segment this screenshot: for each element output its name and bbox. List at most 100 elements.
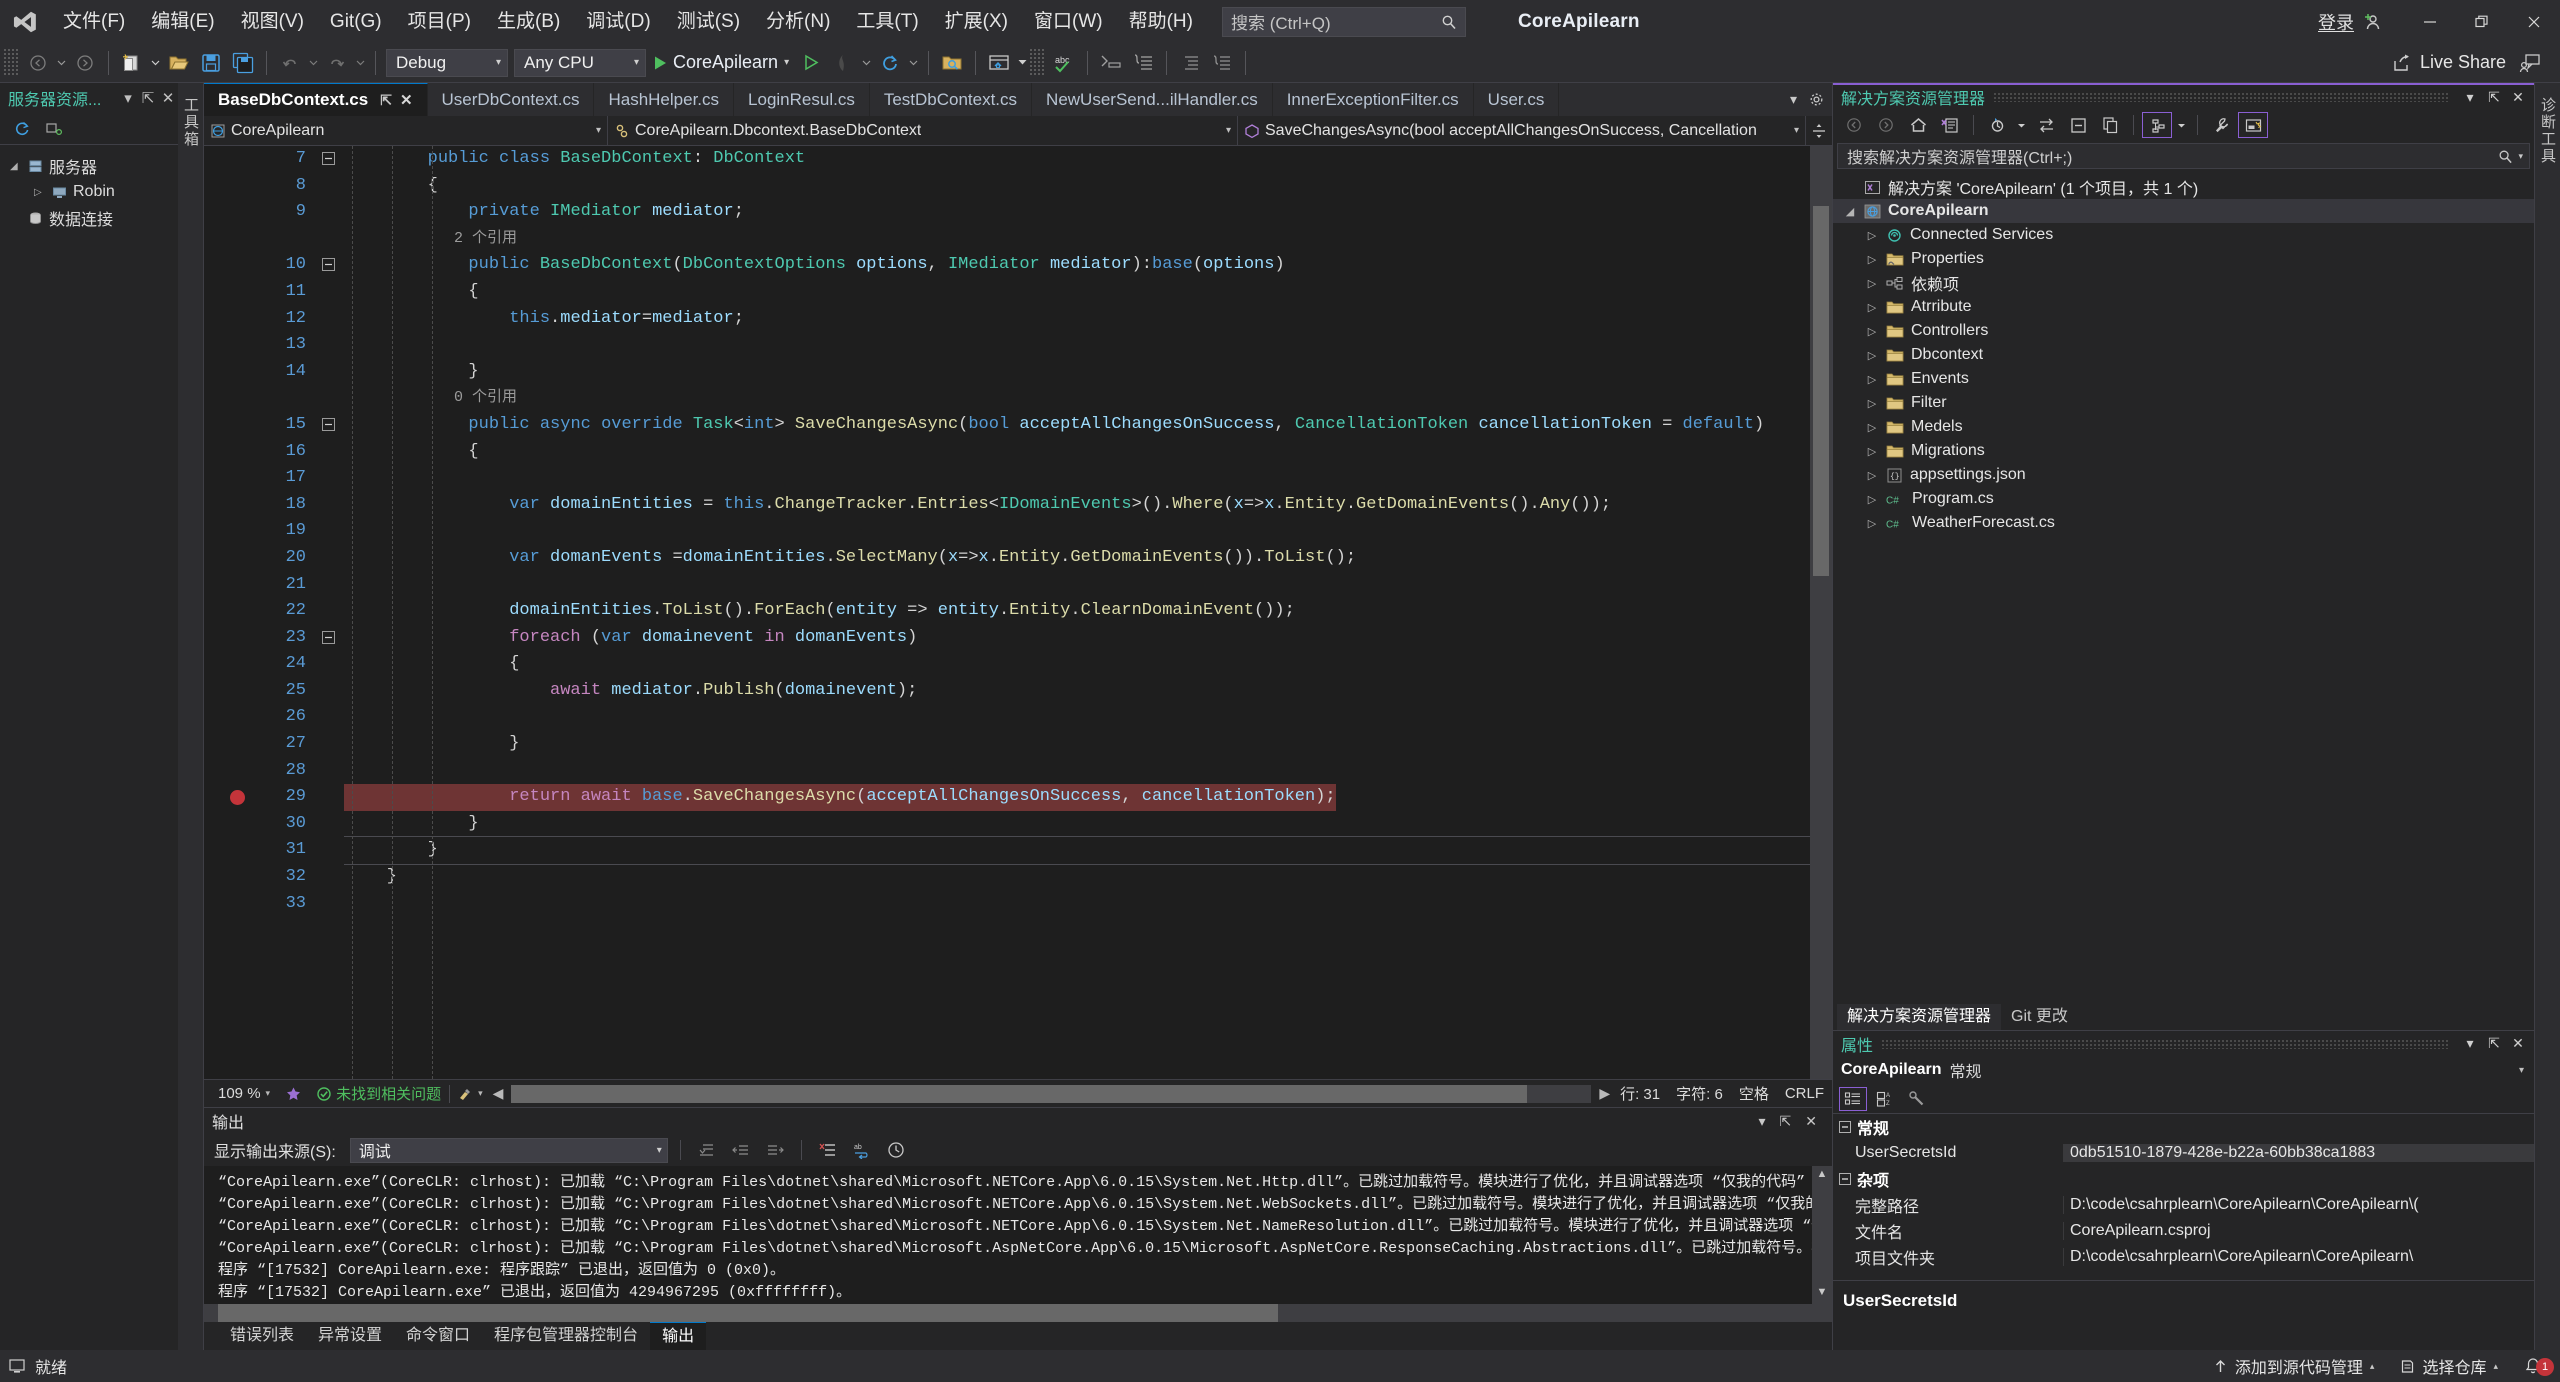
solution-tree-node-properties[interactable]: ▷ Properties bbox=[1833, 247, 2534, 271]
property-row[interactable]: 完整路径 D:\code\csahrplearn\CoreApilearn\Cor… bbox=[1833, 1192, 2534, 1218]
menu-debug[interactable]: 调试(D) bbox=[573, 0, 663, 43]
code-line[interactable] bbox=[344, 572, 1810, 599]
code-line[interactable]: public class BaseDbContext: DbContext bbox=[344, 146, 1810, 173]
chevron-right-icon[interactable]: ▷ bbox=[1865, 277, 1879, 290]
server-node-data-connections[interactable]: 数据连接 bbox=[0, 205, 178, 231]
pin-icon[interactable]: ⇱ bbox=[138, 89, 158, 107]
glyph-slot[interactable] bbox=[226, 146, 258, 173]
uncomment-icon[interactable] bbox=[1127, 47, 1159, 79]
show-all-files-dropdown-icon[interactable] bbox=[2174, 109, 2189, 141]
code-line[interactable]: var domainEntities = this.ChangeTracker.… bbox=[344, 492, 1810, 519]
toolbox-vertical-tab[interactable]: 工具箱 bbox=[178, 83, 204, 1350]
output-source-combo[interactable]: 调试 ▾ bbox=[349, 1137, 668, 1163]
pin-icon[interactable]: ⇱ bbox=[2482, 89, 2506, 106]
word-wrap-icon[interactable]: ab bbox=[848, 1137, 876, 1163]
fold-collapse-icon[interactable] bbox=[316, 412, 344, 439]
solution-tree-node-medels[interactable]: ▷ Medels bbox=[1833, 415, 2534, 439]
glyph-slot[interactable] bbox=[226, 837, 258, 864]
property-row[interactable]: UserSecretsId 0db51510-1879-428e-b22a-60b… bbox=[1833, 1140, 2534, 1166]
code-line[interactable]: return await base.SaveChangesAsync(accep… bbox=[344, 784, 1336, 811]
solution-tree-node-dbcontext[interactable]: ▷ Dbcontext bbox=[1833, 343, 2534, 367]
solution-tree-node-envents[interactable]: ▷ Envents bbox=[1833, 367, 2534, 391]
glyph-slot[interactable] bbox=[226, 678, 258, 705]
property-row[interactable]: 文件名 CoreApilearn.csproj bbox=[1833, 1218, 2534, 1244]
glyph-slot[interactable] bbox=[226, 598, 258, 625]
start-without-debugging-icon[interactable] bbox=[795, 47, 827, 79]
editor-vertical-scrollbar[interactable] bbox=[1810, 146, 1832, 1079]
history-icon[interactable] bbox=[882, 1137, 910, 1163]
chevron-right-icon[interactable]: ▷ bbox=[1865, 325, 1879, 338]
glyph-slot[interactable] bbox=[226, 412, 258, 439]
navbar-project-dropdown[interactable]: CoreApilearn ▾ bbox=[204, 116, 608, 145]
chevron-right-icon[interactable]: ▷ bbox=[1865, 493, 1879, 506]
pin-icon[interactable]: ⇱ bbox=[2482, 1035, 2506, 1052]
code-line[interactable]: await mediator.Publish(domainevent); bbox=[344, 678, 1810, 705]
chevron-right-icon[interactable]: ▷ bbox=[1865, 469, 1879, 482]
code-line[interactable] bbox=[344, 758, 1810, 785]
chevron-down-icon[interactable]: ▾ bbox=[2458, 1035, 2482, 1052]
tab-hashhelper[interactable]: HashHelper.cs bbox=[594, 83, 735, 116]
code-line[interactable]: { bbox=[344, 651, 1810, 678]
code-line[interactable]: public async override Task<int> SaveChan… bbox=[344, 412, 1810, 439]
code-line[interactable]: 2 个引用 bbox=[344, 226, 1810, 253]
comment-icon[interactable] bbox=[1095, 47, 1127, 79]
code-line[interactable]: } bbox=[344, 811, 1810, 838]
menu-edit[interactable]: 编辑(E) bbox=[138, 0, 227, 43]
code-line[interactable] bbox=[344, 891, 1810, 918]
glyph-slot[interactable] bbox=[226, 279, 258, 306]
glyph-slot[interactable] bbox=[226, 492, 258, 519]
gear-icon[interactable] bbox=[1809, 92, 1824, 107]
solution-tree-node-connected-services[interactable]: ▷ Connected Services bbox=[1833, 223, 2534, 247]
fold-collapse-icon[interactable] bbox=[316, 252, 344, 279]
send-feedback-icon[interactable] bbox=[2514, 47, 2546, 79]
close-icon[interactable]: ✕ bbox=[400, 91, 413, 109]
tab-exception-settings[interactable]: 异常设置 bbox=[306, 1322, 394, 1350]
navigate-forward-icon[interactable] bbox=[69, 47, 101, 79]
fold-collapse-icon[interactable] bbox=[316, 146, 344, 173]
chevron-right-icon[interactable]: ▷ bbox=[1865, 229, 1879, 242]
add-to-source-control-button[interactable]: 添加到源代码管理 ▴ bbox=[2209, 1354, 2379, 1378]
code-line[interactable]: } bbox=[344, 731, 1810, 758]
save-all-icon[interactable] bbox=[227, 47, 259, 79]
codelens-reference[interactable]: 2 个引用 bbox=[346, 230, 517, 247]
close-button[interactable] bbox=[2508, 0, 2560, 43]
tab-testdbcontext[interactable]: TestDbContext.cs bbox=[869, 83, 1033, 116]
editor-breakpoint-margin[interactable] bbox=[226, 146, 258, 1079]
close-icon[interactable]: ✕ bbox=[1798, 1113, 1824, 1130]
sync-with-active-doc-icon[interactable] bbox=[1982, 112, 2012, 138]
live-share-button[interactable]: Live Share bbox=[2384, 52, 2514, 73]
diagnostic-tools-vertical-tab[interactable]: 诊断工具 bbox=[2534, 83, 2560, 1350]
close-icon[interactable]: ✕ bbox=[158, 89, 178, 107]
code-line[interactable]: { bbox=[344, 279, 1810, 306]
scroll-left-arrow[interactable]: ◀ bbox=[491, 1085, 506, 1102]
show-all-files-icon[interactable] bbox=[2142, 112, 2172, 138]
minus-box-icon[interactable] bbox=[1839, 1121, 1851, 1133]
scroll-down-arrow[interactable]: ▼ bbox=[1814, 1286, 1830, 1302]
undo-dropdown-icon[interactable] bbox=[306, 47, 321, 79]
glyph-slot[interactable] bbox=[226, 359, 258, 386]
chevron-right-icon[interactable]: ▷ bbox=[1865, 253, 1879, 266]
undo-icon[interactable] bbox=[274, 47, 306, 79]
menu-git[interactable]: Git(G) bbox=[317, 0, 395, 43]
chevron-right-icon[interactable]: ▷ bbox=[1865, 349, 1879, 362]
code-line[interactable]: { bbox=[344, 439, 1810, 466]
glyph-slot[interactable] bbox=[226, 891, 258, 918]
chevron-down-icon[interactable]: ▾ bbox=[2518, 151, 2523, 162]
restart-dropdown-icon[interactable] bbox=[906, 47, 921, 79]
back-icon[interactable] bbox=[1839, 112, 1869, 138]
properties-grid[interactable]: 常规 UserSecretsId 0db51510-1879-428e-b22a-6… bbox=[1833, 1114, 2534, 1280]
code-line[interactable]: 0 个引用 bbox=[344, 385, 1810, 412]
forward-icon[interactable] bbox=[1871, 112, 1901, 138]
output-text-area[interactable]: “CoreApilearn.exe”(CoreCLR: clrhost): 已加… bbox=[204, 1166, 1832, 1304]
glyph-slot[interactable] bbox=[226, 811, 258, 838]
property-value[interactable]: 0db51510-1879-428e-b22a-60bb38ca1883 bbox=[2063, 1144, 2534, 1162]
glyph-slot[interactable] bbox=[226, 651, 258, 678]
chevron-right-icon[interactable]: ▷ bbox=[1865, 445, 1879, 458]
solution-tree-node-coreapilearn[interactable]: ◢ CoreApilearn bbox=[1833, 199, 2534, 223]
close-icon[interactable]: ✕ bbox=[2506, 89, 2530, 106]
glyph-slot[interactable] bbox=[226, 864, 258, 891]
configuration-combo[interactable]: Debug ▾ bbox=[386, 48, 508, 77]
solution-tree-node-filter[interactable]: ▷ Filter bbox=[1833, 391, 2534, 415]
tab-basedbcontext[interactable]: BaseDbContext.cs ⇱ ✕ bbox=[204, 83, 428, 116]
glyph-slot[interactable] bbox=[226, 545, 258, 572]
